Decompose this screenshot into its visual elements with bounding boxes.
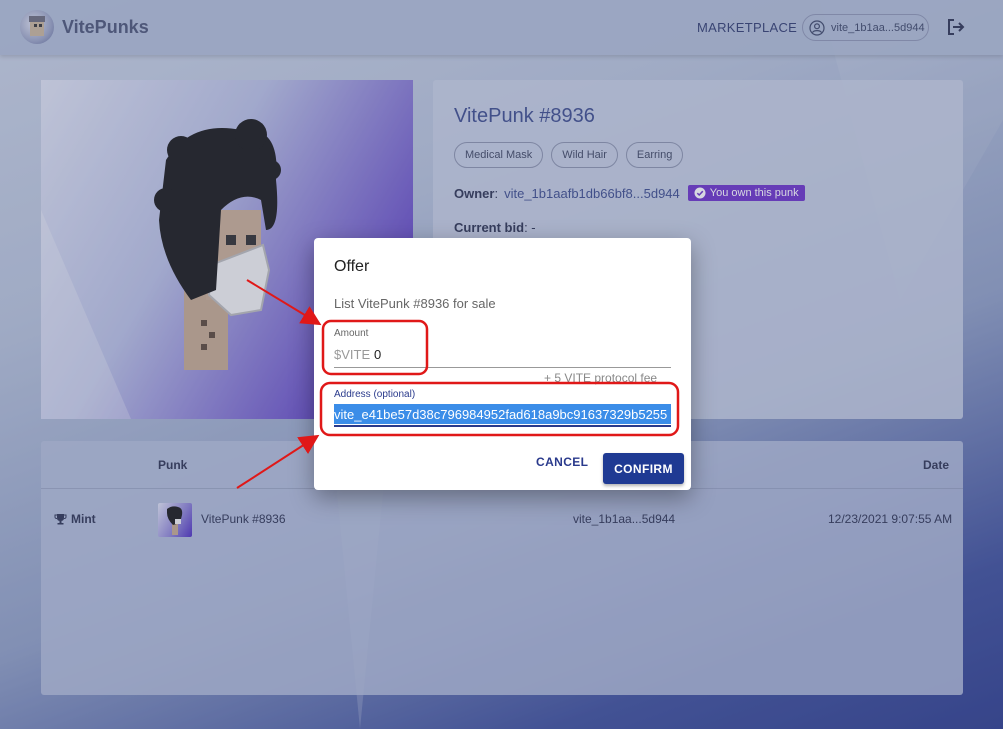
amount-currency-prefix: $VITE bbox=[334, 347, 371, 362]
amount-input[interactable] bbox=[374, 344, 664, 364]
dialog-title: Offer bbox=[334, 258, 370, 275]
cancel-button[interactable]: CANCEL bbox=[536, 455, 588, 469]
offer-dialog: Offer List VitePunk #8936 for sale Amoun… bbox=[314, 238, 691, 490]
protocol-fee-hint: + 5 VITE protocol fee bbox=[544, 371, 658, 385]
amount-underline bbox=[334, 367, 671, 368]
dialog-subtitle: List VitePunk #8936 for sale bbox=[334, 296, 496, 311]
address-input[interactable] bbox=[334, 404, 671, 424]
amount-label: Amount bbox=[334, 328, 369, 339]
address-label: Address (optional) bbox=[334, 389, 416, 400]
address-underline bbox=[334, 425, 671, 427]
confirm-button[interactable]: CONFIRM bbox=[603, 453, 684, 484]
